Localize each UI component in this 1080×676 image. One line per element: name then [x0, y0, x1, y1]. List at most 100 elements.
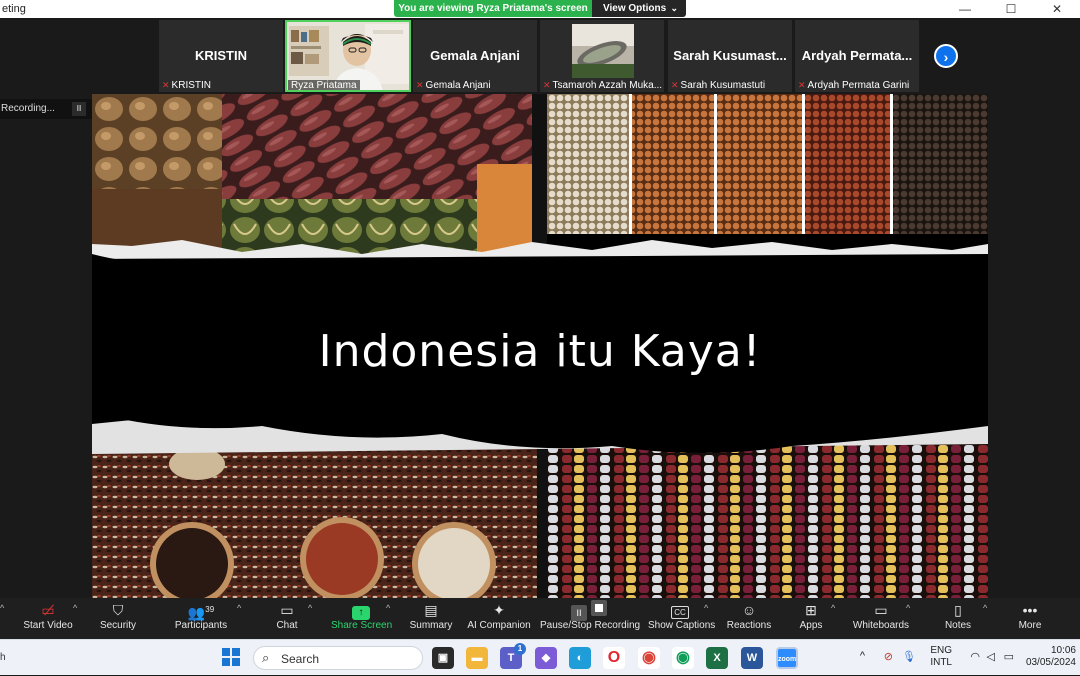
share-screen-icon: ↑ — [331, 600, 391, 620]
edge-icon[interactable]: ◐ — [569, 647, 591, 669]
clock[interactable]: 10:06 03/05/2024 — [1026, 645, 1076, 669]
participant-tile[interactable]: Gemala Anjani ✕ Gemala Anjani — [413, 20, 537, 92]
participants-button[interactable]: 👥39 Participants — [172, 600, 230, 638]
volume-icon[interactable]: ◁ — [987, 650, 995, 663]
clock-time: 10:06 — [1050, 645, 1076, 656]
notes-chevron-icon[interactable]: ^ — [983, 603, 987, 613]
captions-icon: CC — [648, 600, 712, 620]
window-title: eting — [2, 3, 26, 15]
pause-stop-recording-button[interactable]: II Pause/Stop Recording — [540, 600, 641, 638]
opera-icon[interactable]: O — [603, 647, 625, 669]
language-indicator[interactable]: ENG INTL — [930, 645, 952, 669]
chrome-profile-icon[interactable]: ◉ — [672, 647, 694, 669]
participant-label: ✕ Gemala Anjani — [416, 80, 491, 91]
show-captions-button[interactable]: CC Show Captions — [648, 600, 715, 638]
participants-chevron-icon[interactable]: ^ — [237, 603, 241, 613]
apps-label: Apps — [799, 620, 823, 631]
wifi-icon[interactable]: ◠ — [970, 650, 980, 663]
minimize-button[interactable]: — — [942, 0, 988, 18]
participant-name: Ardyah Permata... — [801, 48, 913, 63]
windows-logo-quad — [222, 658, 230, 666]
summary-icon: ▤ — [424, 602, 438, 618]
pause-recording-button[interactable]: II — [72, 102, 86, 116]
taskbar-search[interactable]: ⌕ Search — [253, 646, 423, 670]
next-page-button[interactable]: › — [934, 44, 958, 68]
video-options-chevron-icon[interactable]: ^ — [73, 603, 77, 613]
participants-icon: 👥39 — [187, 604, 215, 621]
teams-badge: 1 — [514, 643, 526, 655]
windows-logo-quad — [232, 658, 240, 666]
start-video-button[interactable]: ▭̸ Start Video — [20, 600, 76, 638]
recording-text: Recording... — [1, 103, 55, 114]
chevron-right-icon: › — [943, 49, 949, 65]
mic-muted-icon: ✕ — [416, 80, 424, 90]
participant-label-text: Gemala Anjani — [425, 80, 491, 91]
word-icon[interactable]: W — [741, 647, 763, 669]
security-label: Security — [99, 620, 137, 631]
participant-tile-active-speaker[interactable]: Ryza Priatama — [285, 20, 411, 92]
mic-muted-icon: ✕ — [162, 80, 170, 90]
more-button[interactable]: ••• More — [1014, 600, 1046, 638]
notes-button[interactable]: ▯ Notes — [943, 600, 973, 638]
language-code: ENG — [930, 645, 952, 656]
whiteboards-button[interactable]: ▭ Whiteboards — [852, 600, 910, 638]
start-button[interactable] — [222, 648, 240, 666]
cc-text: CC — [671, 606, 689, 619]
task-view-icon[interactable]: ▣ — [432, 647, 454, 669]
whiteboards-chevron-icon[interactable]: ^ — [906, 603, 910, 613]
summary-button[interactable]: ▤ Summary — [408, 600, 454, 638]
chrome-icon[interactable]: ◉ — [638, 647, 660, 669]
summary-label: Summary — [409, 620, 453, 631]
security-button[interactable]: ⛉ Security — [96, 600, 140, 638]
copilot-icon[interactable]: ◆ — [535, 647, 557, 669]
share-chevron-icon[interactable]: ^ — [386, 603, 390, 613]
emoji-icon: ☺ — [741, 602, 757, 618]
file-explorer-icon[interactable]: ▬ — [466, 647, 488, 669]
excel-icon[interactable]: X — [706, 647, 728, 669]
participant-tile[interactable]: KRISTIN ✕ KRISTIN — [159, 20, 283, 92]
chat-chevron-icon[interactable]: ^ — [308, 603, 312, 613]
whiteboards-label: Whiteboards — [852, 620, 910, 631]
reactions-label: Reactions — [726, 620, 772, 631]
taskbar-edge-text: h — [0, 652, 6, 663]
windows-logo-quad — [232, 648, 240, 656]
participant-tile[interactable]: Ardyah Permata... ✕ Ardyah Permata Garin… — [795, 20, 919, 92]
notes-label: Notes — [944, 620, 972, 631]
notes-icon: ▯ — [954, 602, 962, 618]
captions-chevron-icon[interactable]: ^ — [704, 603, 708, 613]
teams-icon[interactable]: T1 — [500, 643, 526, 669]
battery-icon[interactable]: ▭ — [1004, 650, 1014, 663]
mic-muted-icon: ✕ — [543, 80, 551, 90]
participant-label-text: Ardyah Permata Garini — [807, 80, 910, 91]
share-screen-button[interactable]: ↑ Share Screen — [331, 600, 392, 638]
chevron-up-icon[interactable]: ^ — [860, 650, 865, 662]
ai-companion-button[interactable]: ✦ AI Companion — [467, 600, 531, 638]
network-alert-icon[interactable]: ⊘ — [884, 650, 893, 663]
sparkle-icon: ✦ — [493, 602, 505, 618]
close-button[interactable]: ✕ — [1034, 0, 1080, 18]
pause-stop-recording-label: Pause/Stop Recording — [540, 620, 641, 631]
chat-label: Chat — [276, 620, 298, 631]
reactions-button[interactable]: ☺ Reactions — [726, 600, 772, 638]
participant-label: ✕ KRISTIN — [162, 80, 211, 91]
whiteboard-icon: ▭ — [874, 602, 888, 618]
viewing-banner: You are viewing Ryza Priatama's screen — [394, 0, 592, 17]
participant-label: Ryza Priatama — [288, 80, 360, 90]
chat-button[interactable]: ▭ Chat — [272, 600, 302, 638]
participant-tile[interactable]: Sarah Kusumast... ✕ Sarah Kusumastuti — [668, 20, 792, 92]
participant-tile[interactable]: ✕ Tsamaroh Azzah Muka... — [540, 20, 664, 92]
participant-label-text: KRISTIN — [171, 80, 211, 91]
search-placeholder: Search — [281, 652, 320, 666]
microphone-icon[interactable]: 🎙 — [902, 650, 916, 663]
chevron-up-icon[interactable]: ^ — [0, 603, 4, 613]
chat-icon: ▭ — [280, 602, 294, 618]
maximize-button[interactable]: ☐ — [988, 0, 1034, 18]
view-options-button[interactable]: View Options ⌄ — [592, 0, 686, 17]
apps-button[interactable]: ⊞ Apps — [796, 600, 826, 638]
shield-icon: ⛉ — [112, 602, 124, 618]
slide-title: Indonesia itu Kaya! — [318, 326, 762, 377]
zoom-icon[interactable]: zoom — [776, 647, 798, 669]
ai-companion-label: AI Companion — [467, 620, 531, 631]
apps-chevron-icon[interactable]: ^ — [831, 603, 835, 613]
participant-name: KRISTIN — [195, 48, 247, 63]
